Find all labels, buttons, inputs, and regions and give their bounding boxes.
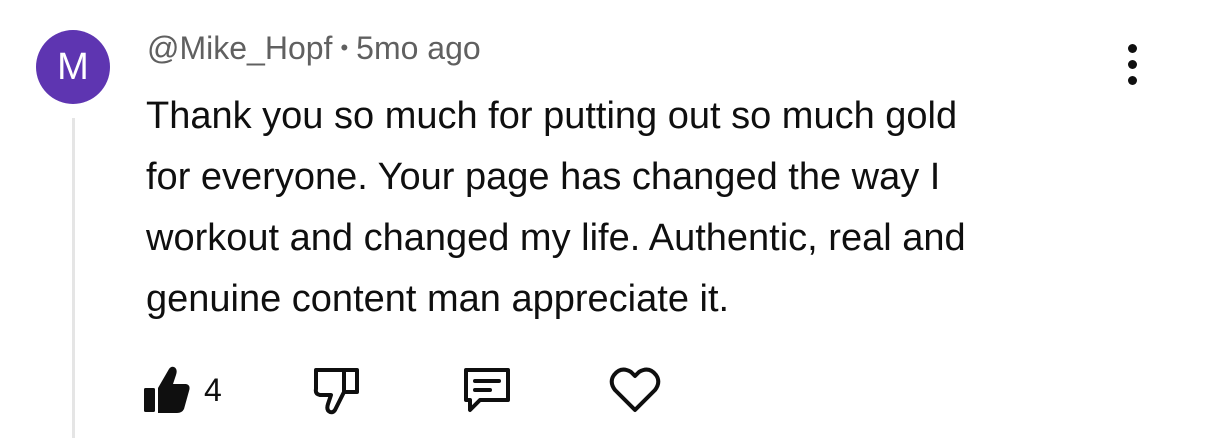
comment-line: for everyone. Your page has changed the … [146,156,941,198]
avatar[interactable]: M [36,30,110,104]
comment-line: Thank you so much for putting out so muc… [146,95,958,137]
thumbs-down-icon [313,368,359,415]
comment-line: genuine content man appreciate it. [146,278,730,320]
comment-header: @Mike_Hopf • 5mo ago [147,30,481,67]
comment-text: Thank you so much for putting out so muc… [146,86,1106,330]
dislike-button[interactable] [312,364,362,421]
heart-icon [609,367,661,412]
author-name[interactable]: @Mike_Hopf [147,30,332,66]
comment: M @Mike_Hopf • 5mo ago Thank you so much f… [0,0,1206,438]
meta-separator: • [340,35,349,60]
thread-line [72,118,75,438]
more-options-button[interactable] [1118,40,1148,90]
like-button[interactable]: 4 [142,364,222,421]
thumbs-up-filled-icon [144,366,190,413]
comment-icon [464,368,510,412]
heart-button[interactable] [608,364,662,421]
reply-button[interactable] [460,364,514,421]
comment-line: workout and changed my life. Authentic, … [146,217,966,259]
like-count: 4 [204,372,222,408]
timestamp[interactable]: 5mo ago [356,30,481,66]
